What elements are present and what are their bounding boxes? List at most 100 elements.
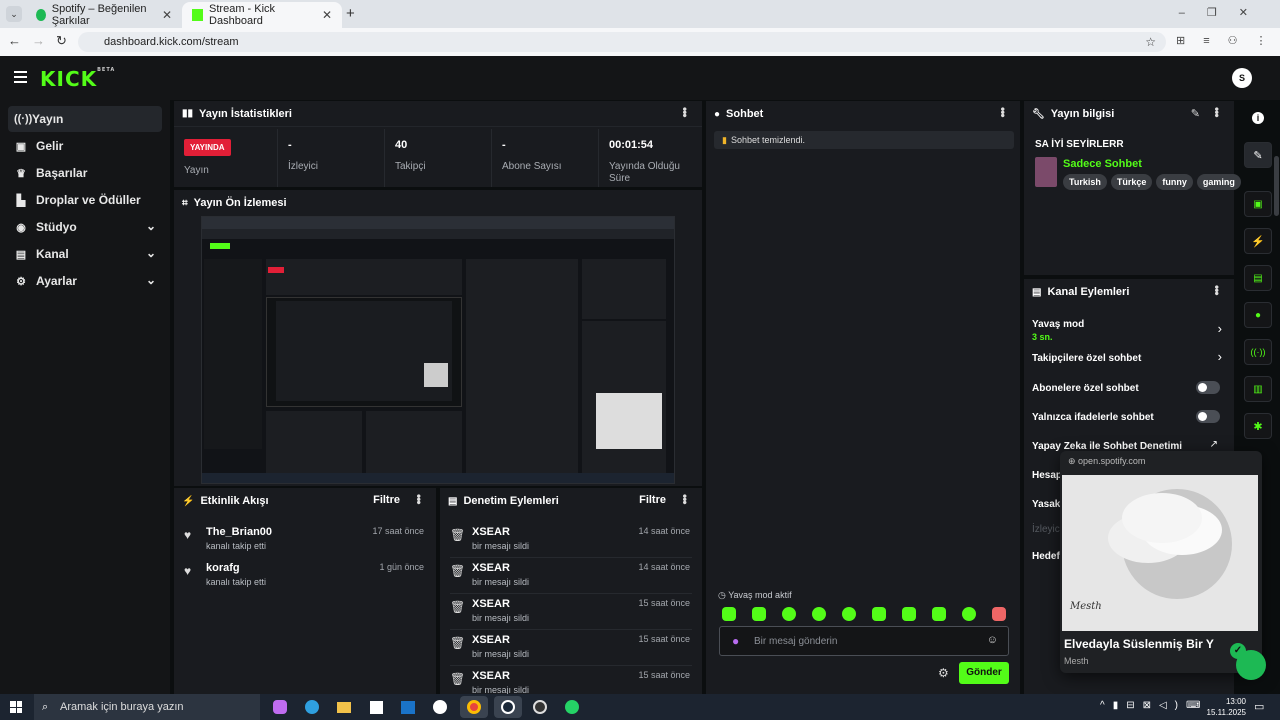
tag[interactable]: Turkish	[1063, 174, 1107, 190]
filter-button[interactable]: Filtre	[373, 494, 400, 506]
whatsapp-icon[interactable]	[558, 696, 586, 718]
floating-action-button[interactable]	[1236, 650, 1266, 680]
tag[interactable]: gaming	[1196, 174, 1241, 190]
emote-icon[interactable]	[902, 607, 916, 621]
screen-icon[interactable]: ▣	[1244, 191, 1272, 217]
wrench-icon[interactable]: ✱	[1244, 413, 1272, 439]
close-icon[interactable]: ✕	[162, 8, 172, 22]
windows-start-icon[interactable]	[10, 701, 22, 713]
user-name[interactable]: The_Brian00	[206, 526, 272, 538]
copilot-icon[interactable]	[266, 696, 294, 718]
more-icon[interactable]: •••	[678, 494, 692, 504]
chrome-icon[interactable]	[460, 696, 488, 718]
chat-input[interactable]: ● Bir mesaj gönderin ☺	[719, 626, 1009, 656]
sidebar-item-basarilar[interactable]: ♛ Başarılar	[8, 160, 162, 186]
tab-spotify[interactable]: Spotify – Beğenilen Şarkılar ✕	[26, 2, 182, 28]
stat-value: 40	[395, 139, 408, 151]
category-name[interactable]: Sadece Sohbet	[1063, 158, 1142, 170]
avatar[interactable]: S	[1232, 68, 1252, 88]
more-icon[interactable]: •••	[678, 107, 692, 117]
search-placeholder: Aramak için buraya yazın	[60, 701, 184, 713]
emote-icon[interactable]	[932, 607, 946, 621]
tab-kick[interactable]: Stream - Kick Dashboard ✕	[182, 2, 342, 28]
more-icon[interactable]: •••	[1210, 107, 1224, 117]
action-followers-only[interactable]: Takipçilere özel sohbet ›	[1032, 349, 1226, 377]
system-tray[interactable]: ^▮⊟⊠◁)⌨	[1100, 700, 1208, 711]
user-name[interactable]: korafg	[206, 562, 240, 574]
action-desc: bir mesajı sildi	[472, 613, 530, 623]
album-lettering: Mesth	[1070, 601, 1102, 612]
emote-icon[interactable]	[752, 607, 766, 621]
taskbar: ⌕ Aramak için buraya yazın ^▮⊟⊠◁)⌨ 13:00…	[0, 694, 1280, 720]
chat-icon[interactable]: ●	[1244, 302, 1272, 328]
emote-icon[interactable]	[842, 607, 856, 621]
store-icon[interactable]	[362, 696, 390, 718]
scrollbar[interactable]	[1274, 156, 1279, 216]
user-name[interactable]: XSEAR	[472, 562, 510, 574]
sidebar-item-ayarlar[interactable]: ⚙ Ayarlar ⌄	[8, 268, 162, 294]
steam-icon[interactable]	[494, 696, 522, 718]
emote-icon[interactable]	[962, 607, 976, 621]
more-icon[interactable]: •••	[412, 494, 426, 504]
address-bar[interactable]: dashboard.kick.com/stream ☆	[78, 32, 1166, 52]
close-icon[interactable]: ✕	[322, 8, 332, 22]
back-icon[interactable]: ←	[8, 33, 21, 48]
emote-only-toggle[interactable]	[1196, 410, 1220, 423]
stream-preview-panel: ⌗ Yayın Ön İzlemesi	[174, 190, 702, 486]
sidebar-item-gelir[interactable]: ▣ Gelir	[8, 133, 162, 159]
stream-preview-video[interactable]	[201, 216, 675, 484]
emote-icon[interactable]	[872, 607, 886, 621]
menu-icon[interactable]	[14, 71, 27, 83]
user-name[interactable]: XSEAR	[472, 634, 510, 646]
info-icon[interactable]: i	[1252, 112, 1264, 124]
sidebar-item-droplar[interactable]: ▙ Droplar ve Ödüller	[8, 187, 162, 213]
kick-logo[interactable]: KICKBETA	[40, 67, 115, 91]
user-name[interactable]: XSEAR	[472, 598, 510, 610]
microphone-icon[interactable]: ●	[732, 634, 739, 648]
edge-icon[interactable]	[298, 696, 326, 718]
emote-icon[interactable]	[722, 607, 736, 621]
user-name[interactable]: XSEAR	[472, 670, 510, 682]
emote-icon[interactable]	[992, 607, 1006, 621]
user-name[interactable]: XSEAR	[472, 526, 510, 538]
outlook-icon[interactable]	[394, 696, 422, 718]
new-tab-icon[interactable]: +	[346, 5, 355, 22]
forward-icon[interactable]: →	[32, 33, 45, 48]
sidebar-item-studyo[interactable]: ◉ Stüdyo ⌄	[8, 214, 162, 240]
chat-input-placeholder: Bir mesaj gönderin	[754, 636, 838, 647]
clock[interactable]: 13:00 15.11.2025	[1198, 696, 1246, 718]
more-icon[interactable]: •••	[996, 107, 1010, 117]
more-icon[interactable]: •••	[1210, 285, 1224, 295]
emote-icon[interactable]	[782, 607, 796, 621]
bolt-icon[interactable]: ⚡	[1244, 228, 1272, 254]
tag[interactable]: Türkçe	[1110, 174, 1153, 190]
app-icon[interactable]	[426, 696, 454, 718]
emote-icon[interactable]	[812, 607, 826, 621]
sidebar-item-yayin[interactable]: ((·)) Yayın	[8, 106, 162, 132]
pencil-icon[interactable]: ✎	[1244, 142, 1272, 168]
broadcast-icon[interactable]: ((·))	[1244, 339, 1272, 365]
sidebar-item-label: Kanal	[36, 247, 69, 261]
chat-settings-icon[interactable]: ⚙	[938, 666, 949, 680]
document-icon[interactable]: ▤	[1244, 265, 1272, 291]
tag[interactable]: funny	[1156, 174, 1193, 190]
list-icon[interactable]: ▥	[1244, 376, 1272, 402]
file-explorer-icon[interactable]	[330, 696, 358, 718]
spotify-popup[interactable]: ⊕ open.spotify.com Mesth Elvedayla Süsle…	[1060, 451, 1262, 673]
category-thumbnail[interactable]	[1035, 157, 1057, 187]
reload-icon[interactable]: ↻	[56, 33, 67, 49]
edit-icon[interactable]: ✎	[1191, 107, 1200, 120]
action-slow-mode[interactable]: Yavaş mod 3 sn. ›	[1032, 315, 1226, 343]
emoji-icon[interactable]: ☺	[987, 634, 998, 646]
bookmark-star-icon[interactable]: ☆	[1145, 32, 1156, 52]
notification-icon[interactable]: ▭	[1254, 700, 1264, 713]
clock-icon: ◷	[718, 590, 729, 600]
sidebar-item-kanal[interactable]: ▤ Kanal ⌄	[8, 241, 162, 267]
tab-search-icon[interactable]: ⌄	[6, 6, 22, 22]
taskbar-search[interactable]: ⌕ Aramak için buraya yazın	[34, 694, 260, 720]
subs-only-toggle[interactable]	[1196, 381, 1220, 394]
chevron-right-icon: ›	[1217, 349, 1222, 364]
filter-button[interactable]: Filtre	[639, 494, 666, 506]
send-button[interactable]: Gönder	[959, 662, 1009, 684]
obs-icon[interactable]	[526, 696, 554, 718]
